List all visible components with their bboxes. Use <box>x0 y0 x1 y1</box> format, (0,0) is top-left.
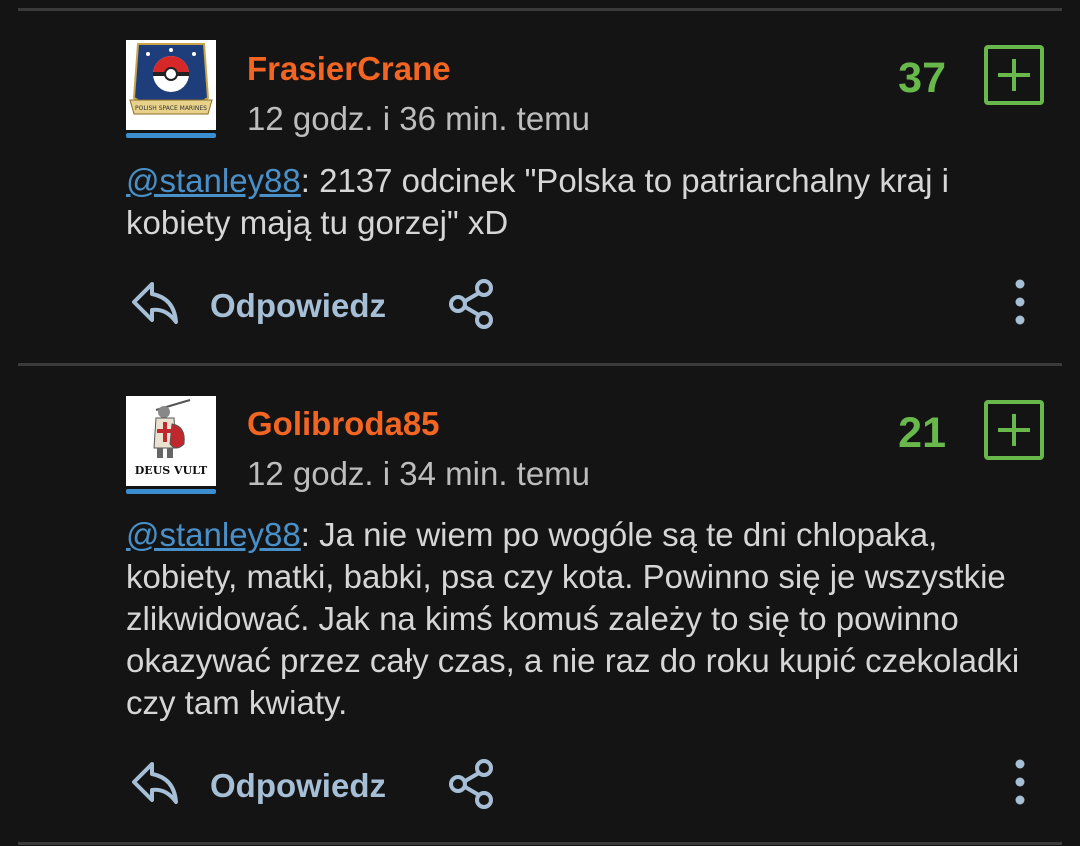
timestamp: 12 godz. i 34 min. temu <box>247 455 591 492</box>
share-icon[interactable] <box>444 276 500 332</box>
reply-icon[interactable] <box>128 278 184 330</box>
avatar-crusader-image: DEUS VULT <box>126 396 216 486</box>
upvote-plus-button[interactable] <box>984 400 1044 460</box>
avatar-badge-image: POLISH SPACE MARINES <box>126 40 216 130</box>
mention-link[interactable]: @stanley88 <box>126 162 301 199</box>
svg-text:DEUS VULT: DEUS VULT <box>135 464 208 477</box>
reply-button[interactable]: Odpowiedz <box>210 767 386 805</box>
avatar-underline <box>126 489 216 494</box>
more-vertical-icon[interactable] <box>1008 758 1032 810</box>
mention-link[interactable]: @stanley88 <box>126 516 301 553</box>
timestamp: 12 godz. i 36 min. temu <box>247 100 591 137</box>
divider <box>18 363 1062 366</box>
vote-score: 21 <box>898 409 946 457</box>
svg-text:POLISH SPACE MARINES: POLISH SPACE MARINES <box>135 105 207 112</box>
username[interactable]: Golibroda85 <box>247 405 440 443</box>
share-icon[interactable] <box>444 756 500 812</box>
avatar[interactable]: POLISH SPACE MARINES <box>126 40 216 130</box>
comment-body: @stanley88: 2137 odcinek "Polska to patr… <box>126 160 1046 244</box>
comments-page: POLISH SPACE MARINES FrasierCrane 12 god… <box>0 0 1080 846</box>
avatar-underline <box>126 133 216 138</box>
reply-button[interactable]: Odpowiedz <box>210 287 386 325</box>
more-vertical-icon[interactable] <box>1008 278 1032 330</box>
username[interactable]: FrasierCrane <box>247 50 451 88</box>
upvote-plus-button[interactable] <box>984 45 1044 105</box>
comment-body: @stanley88: Ja nie wiem po wogóle są te … <box>126 514 1046 724</box>
divider <box>18 8 1062 11</box>
vote-score: 37 <box>898 54 946 102</box>
reply-icon[interactable] <box>128 758 184 810</box>
divider <box>18 842 1062 845</box>
avatar[interactable]: DEUS VULT <box>126 396 216 486</box>
